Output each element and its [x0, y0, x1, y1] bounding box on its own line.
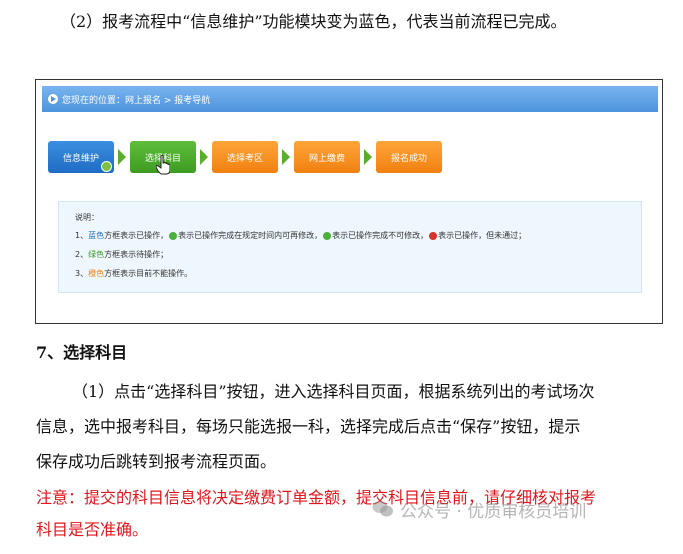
- arrow-right-icon: [282, 149, 290, 165]
- arrow-right-icon: [364, 149, 372, 165]
- paragraph-line: 保存成功后跳转到报考流程页面。: [36, 452, 277, 471]
- step-select-region[interactable]: 选择考区: [212, 141, 278, 173]
- green-check-icon: [169, 231, 178, 240]
- paragraph-select-subject: （1）点击“选择科目”按钮，进入选择科目页面，根据系统列出的考试场次 信息，选中…: [36, 374, 666, 479]
- step-label: 选择考区: [226, 153, 263, 164]
- step-info-maintain[interactable]: 信息维护: [48, 141, 114, 173]
- note-text: 表示已操作完成在规定时间内可再修改，: [178, 231, 323, 240]
- note-line-2: 2、 绿色 方框表示待操作；: [75, 249, 168, 260]
- breadcrumb: 您现在的位置：网上报名 > 报考导航: [62, 95, 211, 106]
- note-prefix: 1、: [75, 231, 89, 240]
- location-arrow-icon: [48, 94, 58, 104]
- note-line-1: 1、 蓝色 方框表示已操作， 表示已操作完成在规定时间内可再修改， 表示已操作完…: [75, 230, 526, 241]
- arrow-right-icon: [118, 149, 126, 165]
- step-select-subject[interactable]: 选择科目: [130, 141, 196, 175]
- screenshot-figure: 您现在的位置：网上报名 > 报考导航 信息维护 选择科目 选择考区 网上缴费 报…: [35, 79, 663, 324]
- step-label: 信息维护: [62, 153, 99, 164]
- note-text: 表示已操作完成不可修改，: [332, 231, 429, 240]
- note-prefix: 3、: [75, 269, 89, 278]
- note-prefix: 2、: [75, 250, 89, 259]
- note-text: 表示已操作，但未通过；: [438, 231, 527, 240]
- green-minus-icon: [323, 231, 332, 240]
- wechat-icon: [372, 501, 393, 517]
- arrow-right-icon: [200, 149, 208, 165]
- step-label: 报名成功: [390, 153, 427, 164]
- red-alert-icon: [429, 231, 438, 240]
- paragraph-step-complete: （2）报考流程中“信息维护”功能模块变为蓝色，代表当前流程已完成。: [60, 12, 567, 31]
- step-online-payment[interactable]: 网上缴费: [294, 141, 360, 173]
- section-heading: 7、选择科目: [36, 343, 128, 362]
- watermark: 公众号 · 优质审核员培训: [372, 496, 586, 522]
- check-badge-icon: [101, 161, 112, 172]
- note-text: 方框表示已操作，: [104, 231, 169, 240]
- watermark-text: 公众号 · 优质审核员培训: [400, 501, 587, 522]
- legend-notes: 说明： 1、 蓝色 方框表示已操作， 表示已操作完成在规定时间内可再修改， 表示…: [58, 201, 642, 293]
- green-word: 绿色: [88, 250, 105, 259]
- note-line-3: 3、 橙色 方框表示目前不能操作。: [75, 268, 192, 279]
- note-text: 方框表示待操作；: [104, 250, 169, 259]
- note-text: 方框表示目前不能操作。: [104, 269, 193, 278]
- hand-cursor-icon: [156, 155, 170, 175]
- paragraph-line: （1）点击“选择科目”按钮，进入选择科目页面，根据系统列出的考试场次: [72, 382, 595, 401]
- notes-title: 说明：: [75, 213, 99, 222]
- orange-word: 橙色: [88, 269, 105, 278]
- step-label: 网上缴费: [308, 153, 345, 164]
- process-steps: 信息维护 选择科目 选择考区 网上缴费 报名成功: [48, 140, 442, 175]
- paragraph-line: 信息，选中报考科目，每场只能选报一科，选择完成后点击“保存”按钮，提示: [36, 417, 581, 436]
- blue-word: 蓝色: [88, 231, 105, 240]
- step-register-success[interactable]: 报名成功: [376, 141, 442, 173]
- breadcrumb-bar: 您现在的位置：网上报名 > 报考导航: [42, 86, 658, 112]
